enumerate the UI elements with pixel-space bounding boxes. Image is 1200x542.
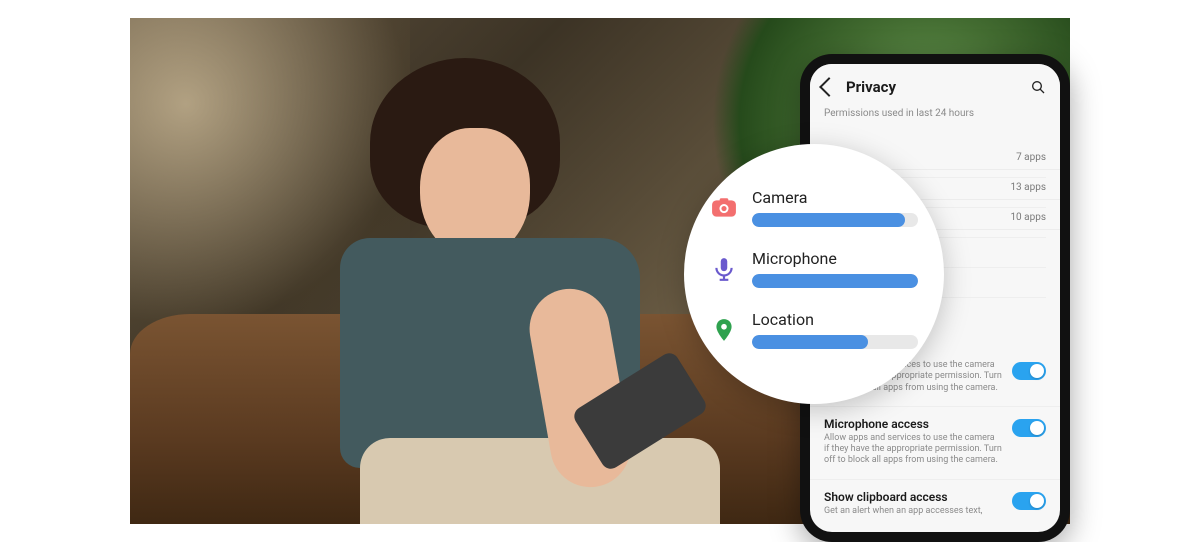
access-row-microphone[interactable]: Microphone access Allow apps and service…: [810, 407, 1060, 480]
search-icon[interactable]: [1030, 79, 1046, 95]
lens-row-microphone: Microphone: [710, 249, 918, 288]
lens-bar: [752, 274, 918, 288]
access-row-clipboard[interactable]: Show clipboard access Get an alert when …: [810, 480, 1060, 529]
perm-count: 7 apps: [1016, 152, 1046, 163]
microphone-icon: [710, 255, 738, 283]
lens-label: Camera: [752, 188, 918, 207]
access-title: Show clipboard access: [824, 490, 1002, 504]
photo-person: [280, 58, 700, 518]
section-label: Permissions used in last 24 hours: [810, 106, 1060, 127]
perm-count: 10 apps: [1010, 212, 1046, 223]
perm-count: 13 apps: [1010, 182, 1046, 193]
magnifier-lens: Camera Microphone Location: [684, 144, 944, 404]
page-title: Privacy: [846, 78, 896, 96]
back-icon[interactable]: [819, 77, 839, 97]
camera-icon: [710, 194, 738, 222]
lens-bar: [752, 335, 918, 349]
toggle-microphone-access[interactable]: [1012, 419, 1046, 437]
lens-label: Location: [752, 310, 918, 329]
access-desc: Get an alert when an app accesses text,: [824, 506, 1002, 517]
lens-row-location: Location: [710, 310, 918, 349]
screen-header: Privacy: [810, 64, 1060, 106]
access-desc: Allow apps and services to use the camer…: [824, 433, 1002, 467]
toggle-camera-access[interactable]: [1012, 362, 1046, 380]
lens-row-camera: Camera: [710, 188, 918, 227]
promo-stage: Privacy Permissions used in last 24 hour…: [0, 0, 1200, 542]
location-icon: [710, 316, 738, 344]
toggle-clipboard-access[interactable]: [1012, 492, 1046, 510]
access-title: Microphone access: [824, 417, 1002, 431]
lens-bar: [752, 213, 918, 227]
lens-label: Microphone: [752, 249, 918, 268]
